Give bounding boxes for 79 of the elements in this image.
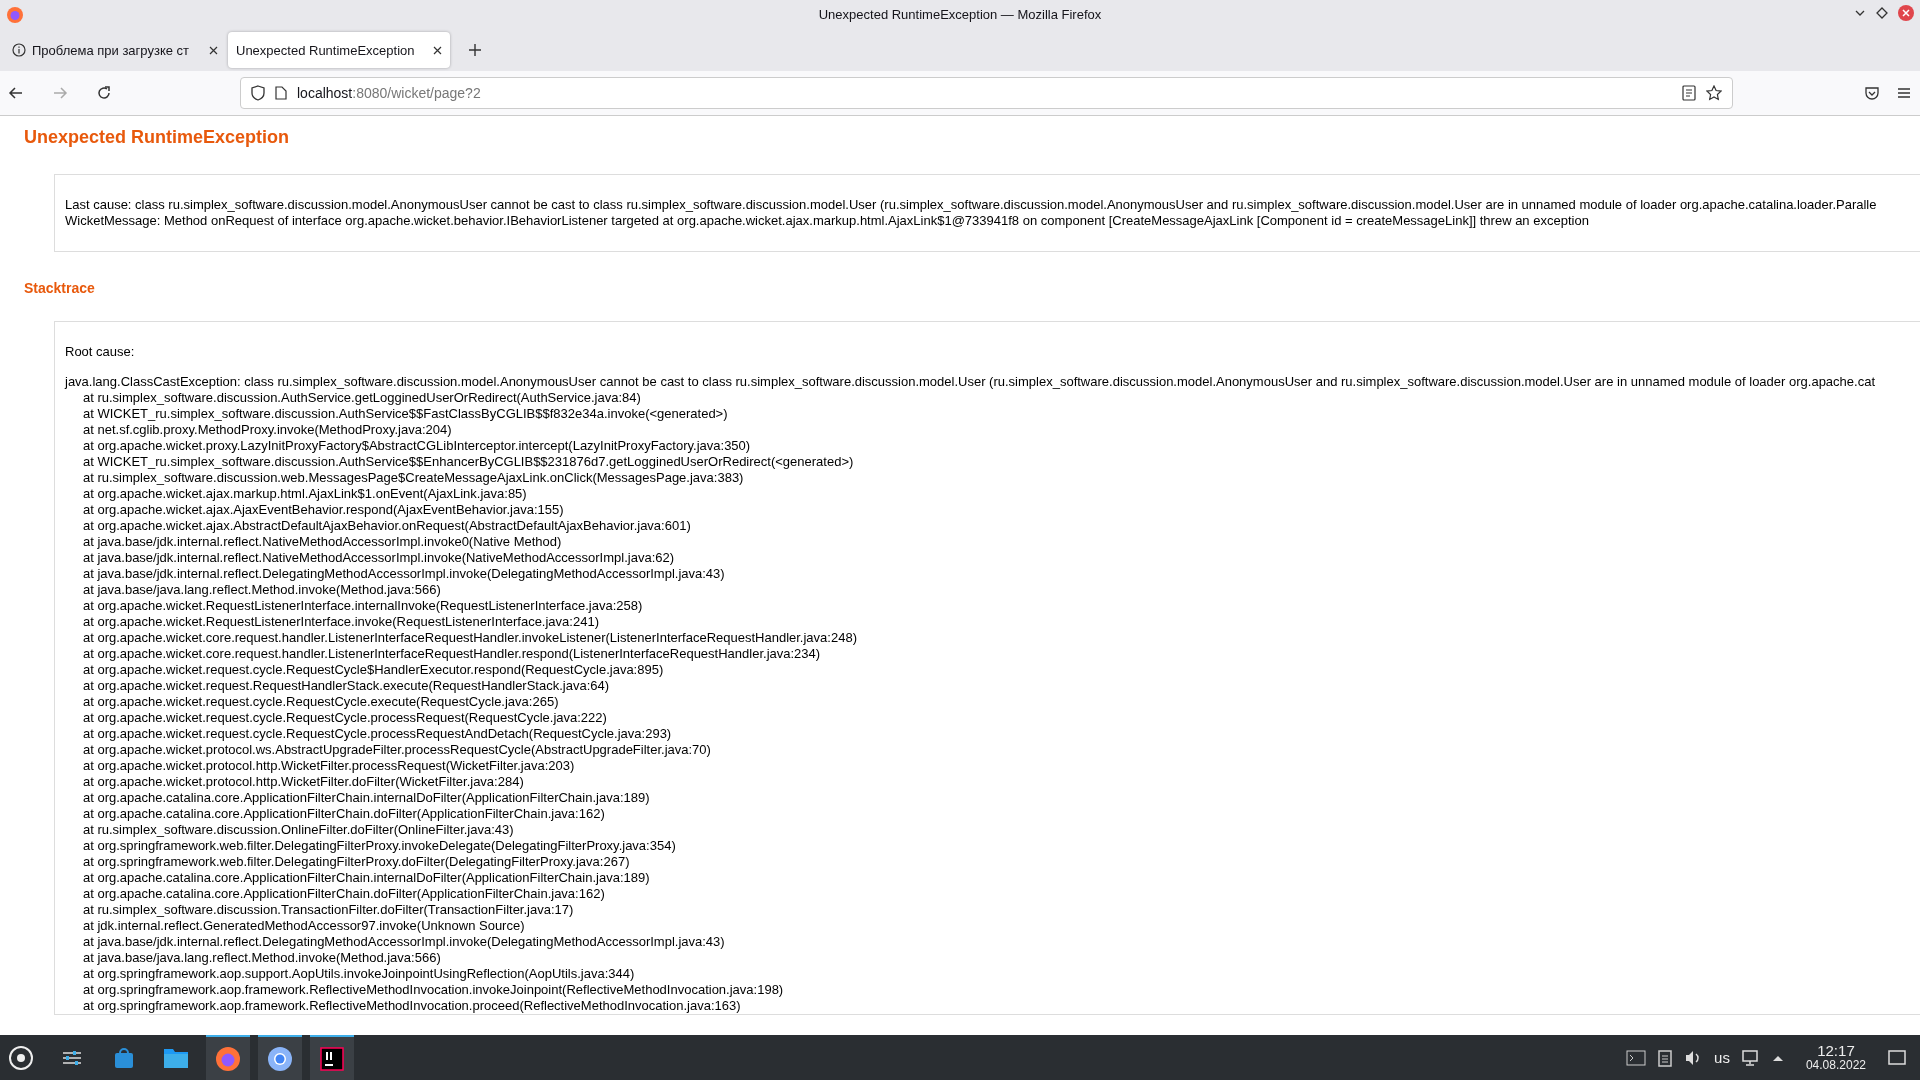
reader-view-icon[interactable] <box>1682 85 1696 101</box>
page-icon <box>275 86 287 100</box>
stack-frame: at org.apache.wicket.request.cycle.RequestCycle$HandlerExecutor.respond(RequestCycle.java:895) <box>65 662 1920 678</box>
clock-time[interactable]: 12:17 <box>1817 1042 1855 1058</box>
close-tab-icon[interactable] <box>433 45 442 55</box>
stack-frame: at java.base/java.lang.reflect.Method.invoke(Method.java:566) <box>65 950 1920 966</box>
browser-logo-icon <box>6 6 24 24</box>
expand-tray-icon[interactable] <box>1771 1053 1784 1062</box>
stack-frame: at org.apache.wicket.protocol.http.WicketFilter.processRequest(WicketFilter.java:203) <box>65 758 1920 774</box>
stack-frame: at WICKET_ru.simplex_software.discussion.AuthService$$FastClassByCGLIB$$f832e34a.invoke(<generated>) <box>65 406 1920 422</box>
stack-frame: at ru.simplex_software.discussion.OnlineFilter.doFilter(OnlineFilter.java:43) <box>65 822 1920 838</box>
stack-frame: at org.apache.wicket.ajax.markup.html.AjaxLink$1.onEvent(AjaxLink.java:85) <box>65 486 1920 502</box>
shield-icon[interactable] <box>251 85 265 101</box>
bookmark-star-icon[interactable] <box>1706 85 1722 101</box>
stack-frame: at org.apache.wicket.ajax.AjaxEventBehavior.respond(AjaxEventBehavior.java:155) <box>65 502 1920 518</box>
stack-frame: at ru.simplex_software.discussion.AuthService.getLogginedUserOrRedirect(AuthService.java:84) <box>65 390 1920 406</box>
clock-date[interactable]: 04.08.2022 <box>1805 1057 1866 1073</box>
stack-frame: at net.sf.cglib.proxy.MethodProxy.invoke(MethodProxy.java:204) <box>65 422 1920 438</box>
stack-frame: at java.base/jdk.internal.reflect.DelegatingMethodAccessorImpl.invoke(DelegatingMethodAccessorImpl.java:43) <box>65 934 1920 950</box>
stack-frame: at org.apache.wicket.core.request.handler.ListenerInterfaceRequestHandler.respond(ListenerInterfaceRequestHandler.java:234) <box>65 646 1920 662</box>
stack-frame: at ru.simplex_software.discussion.web.MessagesPage$CreateMessageAjaxLink.onClick(MessagesPage.java:383) <box>65 470 1920 486</box>
clipboard-icon[interactable] <box>1658 1048 1673 1067</box>
pocket-icon[interactable] <box>1864 85 1880 101</box>
exception-line: java.lang.ClassCastException: class ru.simplex_software.discussion.model.AnonymousUser cannot be cast to class ru.simplex_software.discussion.model.User (ru.simplex_software.discussion.model.AnonymousUser and ru.simplex_software.discussion.model.User are in unnamed module of loader org.apache.cat <box>65 374 1876 390</box>
show-desktop-icon[interactable] <box>1888 1049 1906 1066</box>
menu-icon[interactable] <box>1896 85 1912 101</box>
stack-frame: at org.apache.catalina.core.ApplicationFilterChain.internalDoFilter(ApplicationFilterChain.java:189) <box>65 790 1920 806</box>
error-message: WicketMessage: Method onRequest of interface org.apache.wicket.behavior.IBehaviorListener targeted at org.apache.wicket.ajax.markup.html.AjaxLink$1@733941f8 on component [CreateMessageAjaxLink [Component id = createMessageLink]] threw an exception <box>65 213 1590 229</box>
app-launcher-icon[interactable] <box>8 1044 34 1071</box>
taskbar-app[interactable] <box>310 1035 354 1080</box>
network-icon[interactable] <box>1741 1049 1760 1066</box>
stack-frame: at org.apache.wicket.request.cycle.RequestCycle.processRequest(RequestCycle.java:222) <box>65 710 1920 726</box>
stack-frame: at org.springframework.aop.framework.ReflectiveMethodInvocation.proceed(ReflectiveMethodInvocation.java:163) <box>65 998 1920 1014</box>
stack-frame: at org.apache.wicket.protocol.http.WicketFilter.doFilter(WicketFilter.java:284) <box>65 774 1920 790</box>
stack-frame: at org.springframework.web.filter.DelegatingFilterProxy.doFilter(DelegatingFilterProxy.java:267) <box>65 854 1920 870</box>
browser-tab[interactable]: Unexpected RuntimeException <box>228 32 450 68</box>
stack-frame: at org.springframework.web.filter.DelegatingFilterProxy.invokeDelegate(DelegatingFilterProxy.java:354) <box>65 838 1920 854</box>
stack-frame: at org.springframework.aop.support.AopUtils.invokeJoinpointUsingReflection(AopUtils.java:344) <box>65 966 1920 982</box>
stack-frame: at ru.simplex_software.discussion.TransactionFilter.doFilter(TransactionFilter.java:17) <box>65 902 1920 918</box>
stack-frame: at jdk.internal.reflect.GeneratedMethodAccessor97.invoke(Unknown Source) <box>65 918 1920 934</box>
close-tab-icon[interactable] <box>209 45 218 55</box>
stack-frame: at org.apache.wicket.proxy.LazyInitProxyFactory$AbstractCGLibInterceptor.intercept(LazyInitProxyFactory.java:350) <box>65 438 1920 454</box>
stack-frame: at WICKET_ru.simplex_software.discussion.AuthService$$EnhancerByCGLIB$$231876d7.getLogginedUserOrRedirect(<generated>) <box>65 454 1920 470</box>
stack-frame: at org.apache.catalina.core.ApplicationFilterChain.doFilter(ApplicationFilterChain.java:162) <box>65 806 1920 822</box>
stack-frame: at org.apache.wicket.request.RequestHandlerStack.execute(RequestHandlerStack.java:64) <box>65 678 1920 694</box>
stack-frame: at org.springframework.aop.framework.ReflectiveMethodInvocation.invokeJoinpoint(ReflectiveMethodInvocation.java:198) <box>65 982 1920 998</box>
section-heading: Stacktrace <box>23 279 96 297</box>
shopping-bag-icon <box>112 1045 136 1070</box>
back-icon[interactable] <box>8 85 24 101</box>
root-cause-label: Root cause: <box>65 344 136 360</box>
keyboard-layout[interactable]: us <box>1714 1049 1730 1066</box>
stack-frame: at org.apache.wicket.ajax.AbstractDefaultAjaxBehavior.onRequest(AbstractDefaultAjaxBehavior.java:601) <box>65 518 1920 534</box>
window-title: Unexpected RuntimeException — Mozilla Firefox <box>818 7 1102 22</box>
chromium-icon <box>267 1045 293 1072</box>
stack-frame: at java.base/jdk.internal.reflect.NativeMethodAccessorImpl.invoke(NativeMethodAccessorImpl.java:62) <box>65 550 1920 566</box>
stack-frame: at org.apache.wicket.RequestListenerInterface.internalInvoke(RequestListenerInterface.java:258) <box>65 598 1920 614</box>
browser-logo-icon <box>215 1045 241 1072</box>
url-text: localhost:8080/wicket/page?2 <box>297 85 481 101</box>
stack-frame: at org.apache.wicket.request.cycle.RequestCycle.execute(RequestCycle.java:265) <box>65 694 1920 710</box>
stack-frame: at org.apache.wicket.protocol.ws.AbstractUpgradeFilter.processRequestCycle(AbstractUpgradeFilter.java:70) <box>65 742 1920 758</box>
stack-frame: at java.base/java.lang.reflect.Method.invoke(Method.java:566) <box>65 582 1920 598</box>
ide-icon <box>320 1046 344 1071</box>
browser-tab[interactable]: Проблема при загрузке ст <box>4 32 226 68</box>
stack-frame: at java.base/jdk.internal.reflect.NativeMethodAccessorImpl.invoke0(Native Method) <box>65 534 1920 550</box>
stack-frame: at org.apache.catalina.core.ApplicationFilterChain.internalDoFilter(ApplicationFilterChain.java:189) <box>65 870 1920 886</box>
close-icon[interactable] <box>1898 5 1914 21</box>
taskbar-app[interactable] <box>258 1035 302 1080</box>
reload-icon[interactable] <box>96 85 112 101</box>
stack-frame: at java.base/jdk.internal.reflect.DelegatingMethodAccessorImpl.invoke(DelegatingMethodAccessorImpl.java:43) <box>65 566 1920 582</box>
address-bar[interactable]: localhost:8080/wicket/page?2 <box>240 77 1733 109</box>
stack-frame: at org.apache.wicket.core.request.handler.ListenerInterfaceRequestHandler.invokeListener(ListenerInterfaceRequestHandler.java:248) <box>65 630 1920 646</box>
stack-frame: at org.apache.catalina.core.ApplicationFilterChain.doFilter(ApplicationFilterChain.java:162) <box>65 886 1920 902</box>
stack-frame: at org.apache.wicket.request.cycle.RequestCycle.processRequestAndDetach(RequestCycle.java:293) <box>65 726 1920 742</box>
error-message: Last cause: class ru.simplex_software.discussion.model.AnonymousUser cannot be cast to class ru.simplex_software.discussion.model.User (ru.simplex_software.discussion.model.AnonymousUser and ru.simplex_software.discussion.model.User are in unnamed module of loader org.apache.catalina.loader.Paralle <box>65 197 1878 213</box>
error-heading: Unexpected RuntimeException <box>23 126 291 148</box>
stack-frame: at org.apache.wicket.RequestListenerInterface.invoke(RequestListenerInterface.java:241) <box>65 614 1920 630</box>
info-icon <box>12 43 26 57</box>
restore-icon[interactable] <box>1876 7 1888 19</box>
terminal-icon[interactable] <box>1626 1049 1647 1066</box>
